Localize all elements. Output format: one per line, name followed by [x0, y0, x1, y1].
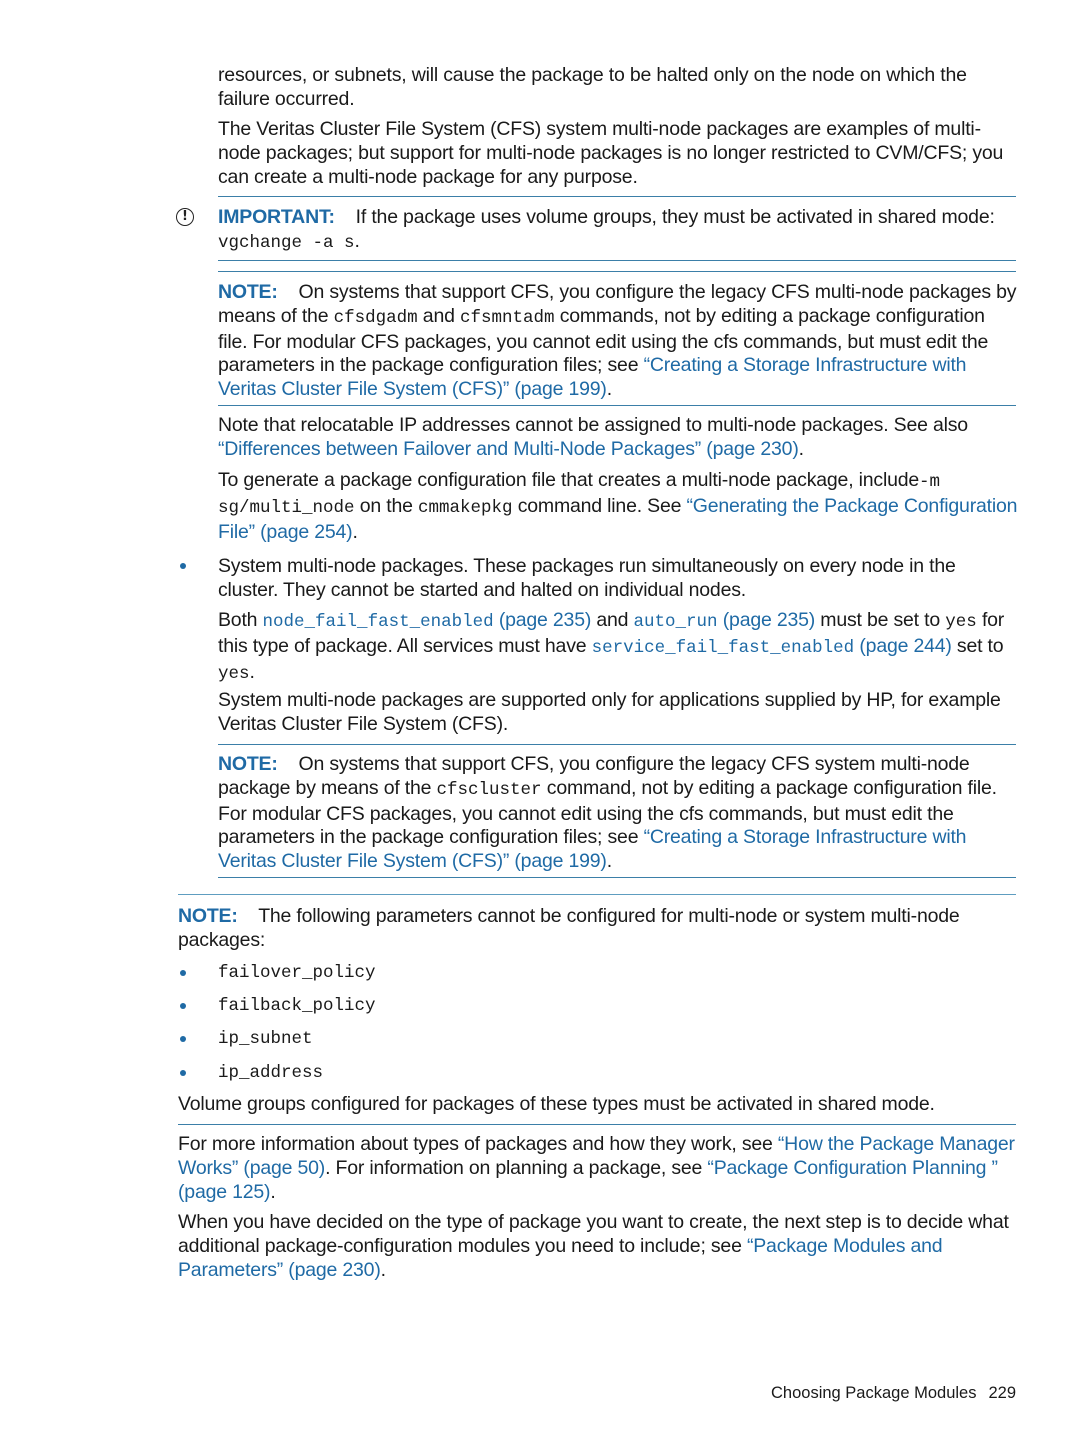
- cfsdgadm-command: cfsdgadm: [333, 307, 418, 328]
- generate-text-2: on the: [359, 494, 413, 517]
- exclamation-circle-icon: !: [176, 208, 194, 226]
- footer-section-title: Choosing Package Modules: [771, 1384, 977, 1402]
- important-end: .: [354, 229, 360, 252]
- link-service-fail-fast-enabled[interactable]: service_fail_fast_enabled: [592, 638, 855, 658]
- link-auto-run[interactable]: auto_run: [634, 612, 718, 632]
- system-multinode-bullet: System multi-node packages. These packag…: [218, 555, 956, 601]
- volume-groups-paragraph: Volume groups configured for packages of…: [178, 1093, 935, 1115]
- footer-page-number: 229: [988, 1384, 1016, 1402]
- next-step-end: .: [380, 1258, 386, 1281]
- note1-end: .: [606, 378, 612, 401]
- document-page: resources, or subnets, will cause the pa…: [0, 0, 1080, 1438]
- param-ip-subnet: ip_subnet: [218, 1029, 313, 1049]
- note2-label: NOTE:: [218, 753, 278, 775]
- intro-paragraph-1: resources, or subnets, will cause the pa…: [218, 64, 967, 110]
- more-information-paragraph: For more information about types of pack…: [178, 1133, 1018, 1204]
- note3-label: NOTE:: [178, 905, 238, 927]
- note1-text-2: and: [422, 304, 455, 327]
- note1-top-rule: [218, 271, 1016, 272]
- cmmakepkg-command: cmmakepkg: [417, 497, 513, 518]
- link-page-235-b[interactable]: (page 235): [723, 609, 816, 631]
- bullet-icon: [180, 970, 186, 976]
- generate-end: .: [352, 520, 358, 543]
- req-text-3: must be set to: [820, 609, 940, 631]
- bullet-icon: [180, 563, 186, 569]
- req-text-2: and: [596, 609, 629, 631]
- link-node-fail-fast-enabled[interactable]: node_fail_fast_enabled: [263, 612, 494, 632]
- more-info-text-1: For more information about types of pack…: [178, 1133, 773, 1155]
- relocatable-ip-end: .: [798, 437, 804, 460]
- generate-text-1: To generate a package configuration file…: [218, 469, 920, 491]
- req-text-1: Both: [218, 609, 258, 631]
- important-label: IMPORTANT:: [218, 206, 335, 228]
- bullet-icon: [180, 1036, 186, 1042]
- param-failover-policy: failover_policy: [218, 963, 376, 983]
- link-differences-failover-multinode[interactable]: “Differences between Failover and Multi-…: [218, 438, 799, 460]
- req-text-5: set to: [956, 634, 1004, 657]
- link-page-244[interactable]: (page 244): [859, 635, 952, 657]
- bullet-icon: [180, 1070, 186, 1076]
- system-multinode-requirements: Both node_fail_fast_enabled (page 235) a…: [218, 609, 1018, 686]
- important-bottom-rule: [218, 260, 1016, 261]
- req-end: .: [249, 660, 255, 683]
- important-top-rule: [218, 196, 1016, 197]
- cfscluster-command: cfscluster: [436, 779, 542, 800]
- important-text: If the package uses volume groups, they …: [355, 206, 995, 228]
- note1: NOTE: On systems that support CFS, you c…: [218, 281, 1018, 402]
- value-yes-1: yes: [945, 612, 977, 632]
- intro-paragraph-2: The Veritas Cluster File System (CFS) sy…: [218, 118, 1004, 188]
- note3-top-rule: [178, 894, 1016, 895]
- generate-config-paragraph: To generate a package configuration file…: [218, 469, 1018, 544]
- relocatable-ip-text: Note that relocatable IP addresses canno…: [218, 414, 968, 436]
- bullet-icon: [180, 1003, 186, 1009]
- more-info-end: .: [270, 1180, 276, 1203]
- note3: NOTE: The following parameters cannot be…: [178, 905, 978, 953]
- note1-label: NOTE:: [218, 281, 278, 303]
- relocatable-ip-paragraph: Note that relocatable IP addresses canno…: [218, 414, 1018, 462]
- link-page-235-a[interactable]: (page 235): [499, 609, 592, 631]
- note3-text: The following parameters cannot be confi…: [178, 905, 960, 951]
- note1-bottom-rule: [218, 405, 1016, 406]
- system-multinode-hp-paragraph: System multi-node packages are supported…: [218, 689, 1001, 735]
- note2: NOTE: On systems that support CFS, you c…: [218, 753, 1018, 874]
- param-ip-address: ip_address: [218, 1063, 324, 1083]
- more-info-text-2: . For information on planning a package,…: [325, 1156, 703, 1179]
- note2-end: .: [606, 850, 612, 873]
- vgchange-command: vgchange -a s: [218, 232, 355, 253]
- value-yes-2: yes: [218, 663, 250, 684]
- note2-bottom-rule: [218, 877, 1016, 878]
- important-note: IMPORTANT: If the package uses volume gr…: [218, 206, 1018, 256]
- param-failback-policy: failback_policy: [218, 996, 376, 1016]
- page-footer: Choosing Package Modules 229: [771, 1384, 1016, 1403]
- generate-text-3: command line. See: [517, 494, 682, 517]
- next-step-paragraph: When you have decided on the type of pac…: [178, 1211, 1018, 1282]
- cfsmntadm-command: cfsmntadm: [459, 307, 555, 328]
- note2-top-rule: [218, 744, 1016, 745]
- note3-bottom-rule: [178, 1124, 1016, 1125]
